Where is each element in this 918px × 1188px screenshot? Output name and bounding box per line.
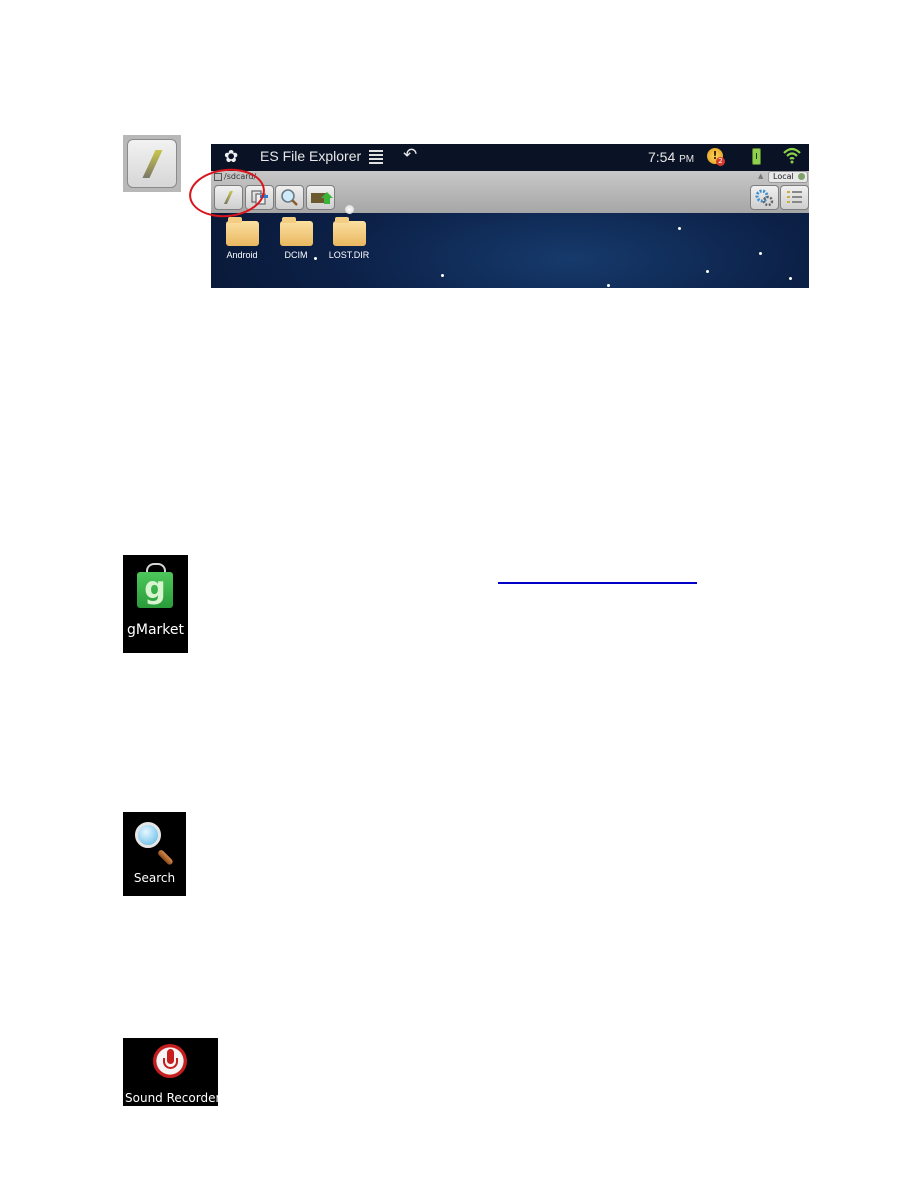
view-list-button[interactable] <box>780 185 809 210</box>
local-tab-label: Local <box>773 172 794 181</box>
up-button-illustration <box>123 135 181 192</box>
folder-item[interactable]: Android <box>217 217 267 260</box>
sound-recorder-app-icon: Sound Recorder <box>123 1038 218 1106</box>
magnifier-icon <box>135 822 161 848</box>
alert-badge: 2 <box>716 157 725 166</box>
toolbar: /sdcard/ ▲ Local <box>211 171 809 213</box>
star-decoration <box>607 284 610 287</box>
folder-label: DCIM <box>284 250 308 260</box>
es-logo-icon[interactable]: ✿ <box>224 147 238 167</box>
gmarket-app-icon: g gMarket <box>123 555 188 653</box>
star-decoration <box>678 227 681 230</box>
status-bar: ✿ ES File Explorer ↶ 7:54 PM ! 2 <box>211 144 809 171</box>
slash-icon <box>142 150 163 178</box>
star-decoration <box>706 270 709 273</box>
battery-icon <box>752 148 761 165</box>
gmarket-label: gMarket <box>126 622 184 638</box>
folder-label: Android <box>226 250 258 260</box>
clock-ampm: PM <box>679 154 695 165</box>
search-app-icon: Search <box>123 812 186 896</box>
folder-icon <box>332 217 366 246</box>
folder-icon <box>279 217 313 246</box>
folder-item[interactable]: LOST.DIR <box>324 217 374 260</box>
bubble-decoration <box>345 205 354 214</box>
list-icon <box>787 191 802 203</box>
local-tab[interactable]: Local <box>768 171 808 183</box>
clock: 7:54 PM <box>648 149 694 165</box>
new-folder-button[interactable] <box>306 185 335 210</box>
magnifier-handle-icon <box>156 848 174 866</box>
wifi-icon <box>783 147 801 164</box>
clock-time: 7:54 <box>648 149 676 165</box>
scroll-up-icon[interactable]: ▲ <box>758 172 763 180</box>
star-decoration <box>789 277 792 280</box>
app-title: ES File Explorer <box>260 148 362 164</box>
es-file-explorer-screenshot: ✿ ES File Explorer ↶ 7:54 PM ! 2 /sdcard… <box>211 144 809 288</box>
sound-recorder-label: Sound Recorder <box>125 1091 218 1105</box>
search-button[interactable] <box>275 185 304 210</box>
up-button-face <box>127 139 177 188</box>
chevron-down-icon <box>798 173 805 180</box>
star-decoration <box>759 252 762 255</box>
folder-item[interactable]: DCIM <box>271 217 321 260</box>
hyperlink-underline[interactable] <box>498 582 697 584</box>
gears-icon <box>755 189 774 207</box>
folder-arrow-icon <box>311 192 333 204</box>
back-arrow-icon[interactable]: ↶ <box>403 145 417 165</box>
search-label: Search <box>133 871 176 885</box>
magnifier-icon <box>281 189 298 206</box>
folder-icon <box>225 217 259 246</box>
star-decoration <box>441 274 444 277</box>
folder-label: LOST.DIR <box>328 250 370 260</box>
settings-button[interactable] <box>750 185 779 210</box>
shopping-bag-icon: g <box>137 572 173 608</box>
menu-icon[interactable] <box>369 150 383 164</box>
